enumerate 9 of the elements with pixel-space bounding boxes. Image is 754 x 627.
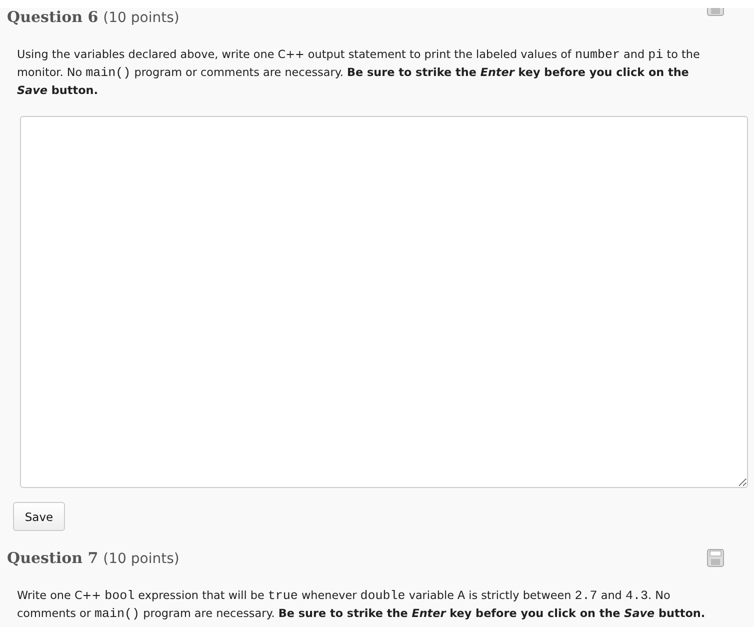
- save-button[interactable]: Save: [13, 502, 65, 531]
- question-text: Using the variables declared above, write one C++ output statement to print the labeled values of number and pi to the monitor. No main() program or comments are necessary. Be sure to strike the Enter key before you click on the Save button.: [17, 47, 701, 99]
- question-title: Question 6: [7, 8, 98, 26]
- question-text: Write one C++ bool expression that will be true whenever double variable A is strictly between 2.7 and 4.3. No comments or main() program are necessary. Be sure to strike the Enter key before you click on the Save button.: [17, 588, 706, 623]
- question-title: Question 7: [7, 549, 98, 567]
- points-label: (10 points): [103, 551, 180, 567]
- points-label: (10 points): [103, 10, 180, 26]
- save-icon[interactable]: [707, 549, 724, 567]
- answer-box[interactable]: [20, 116, 748, 488]
